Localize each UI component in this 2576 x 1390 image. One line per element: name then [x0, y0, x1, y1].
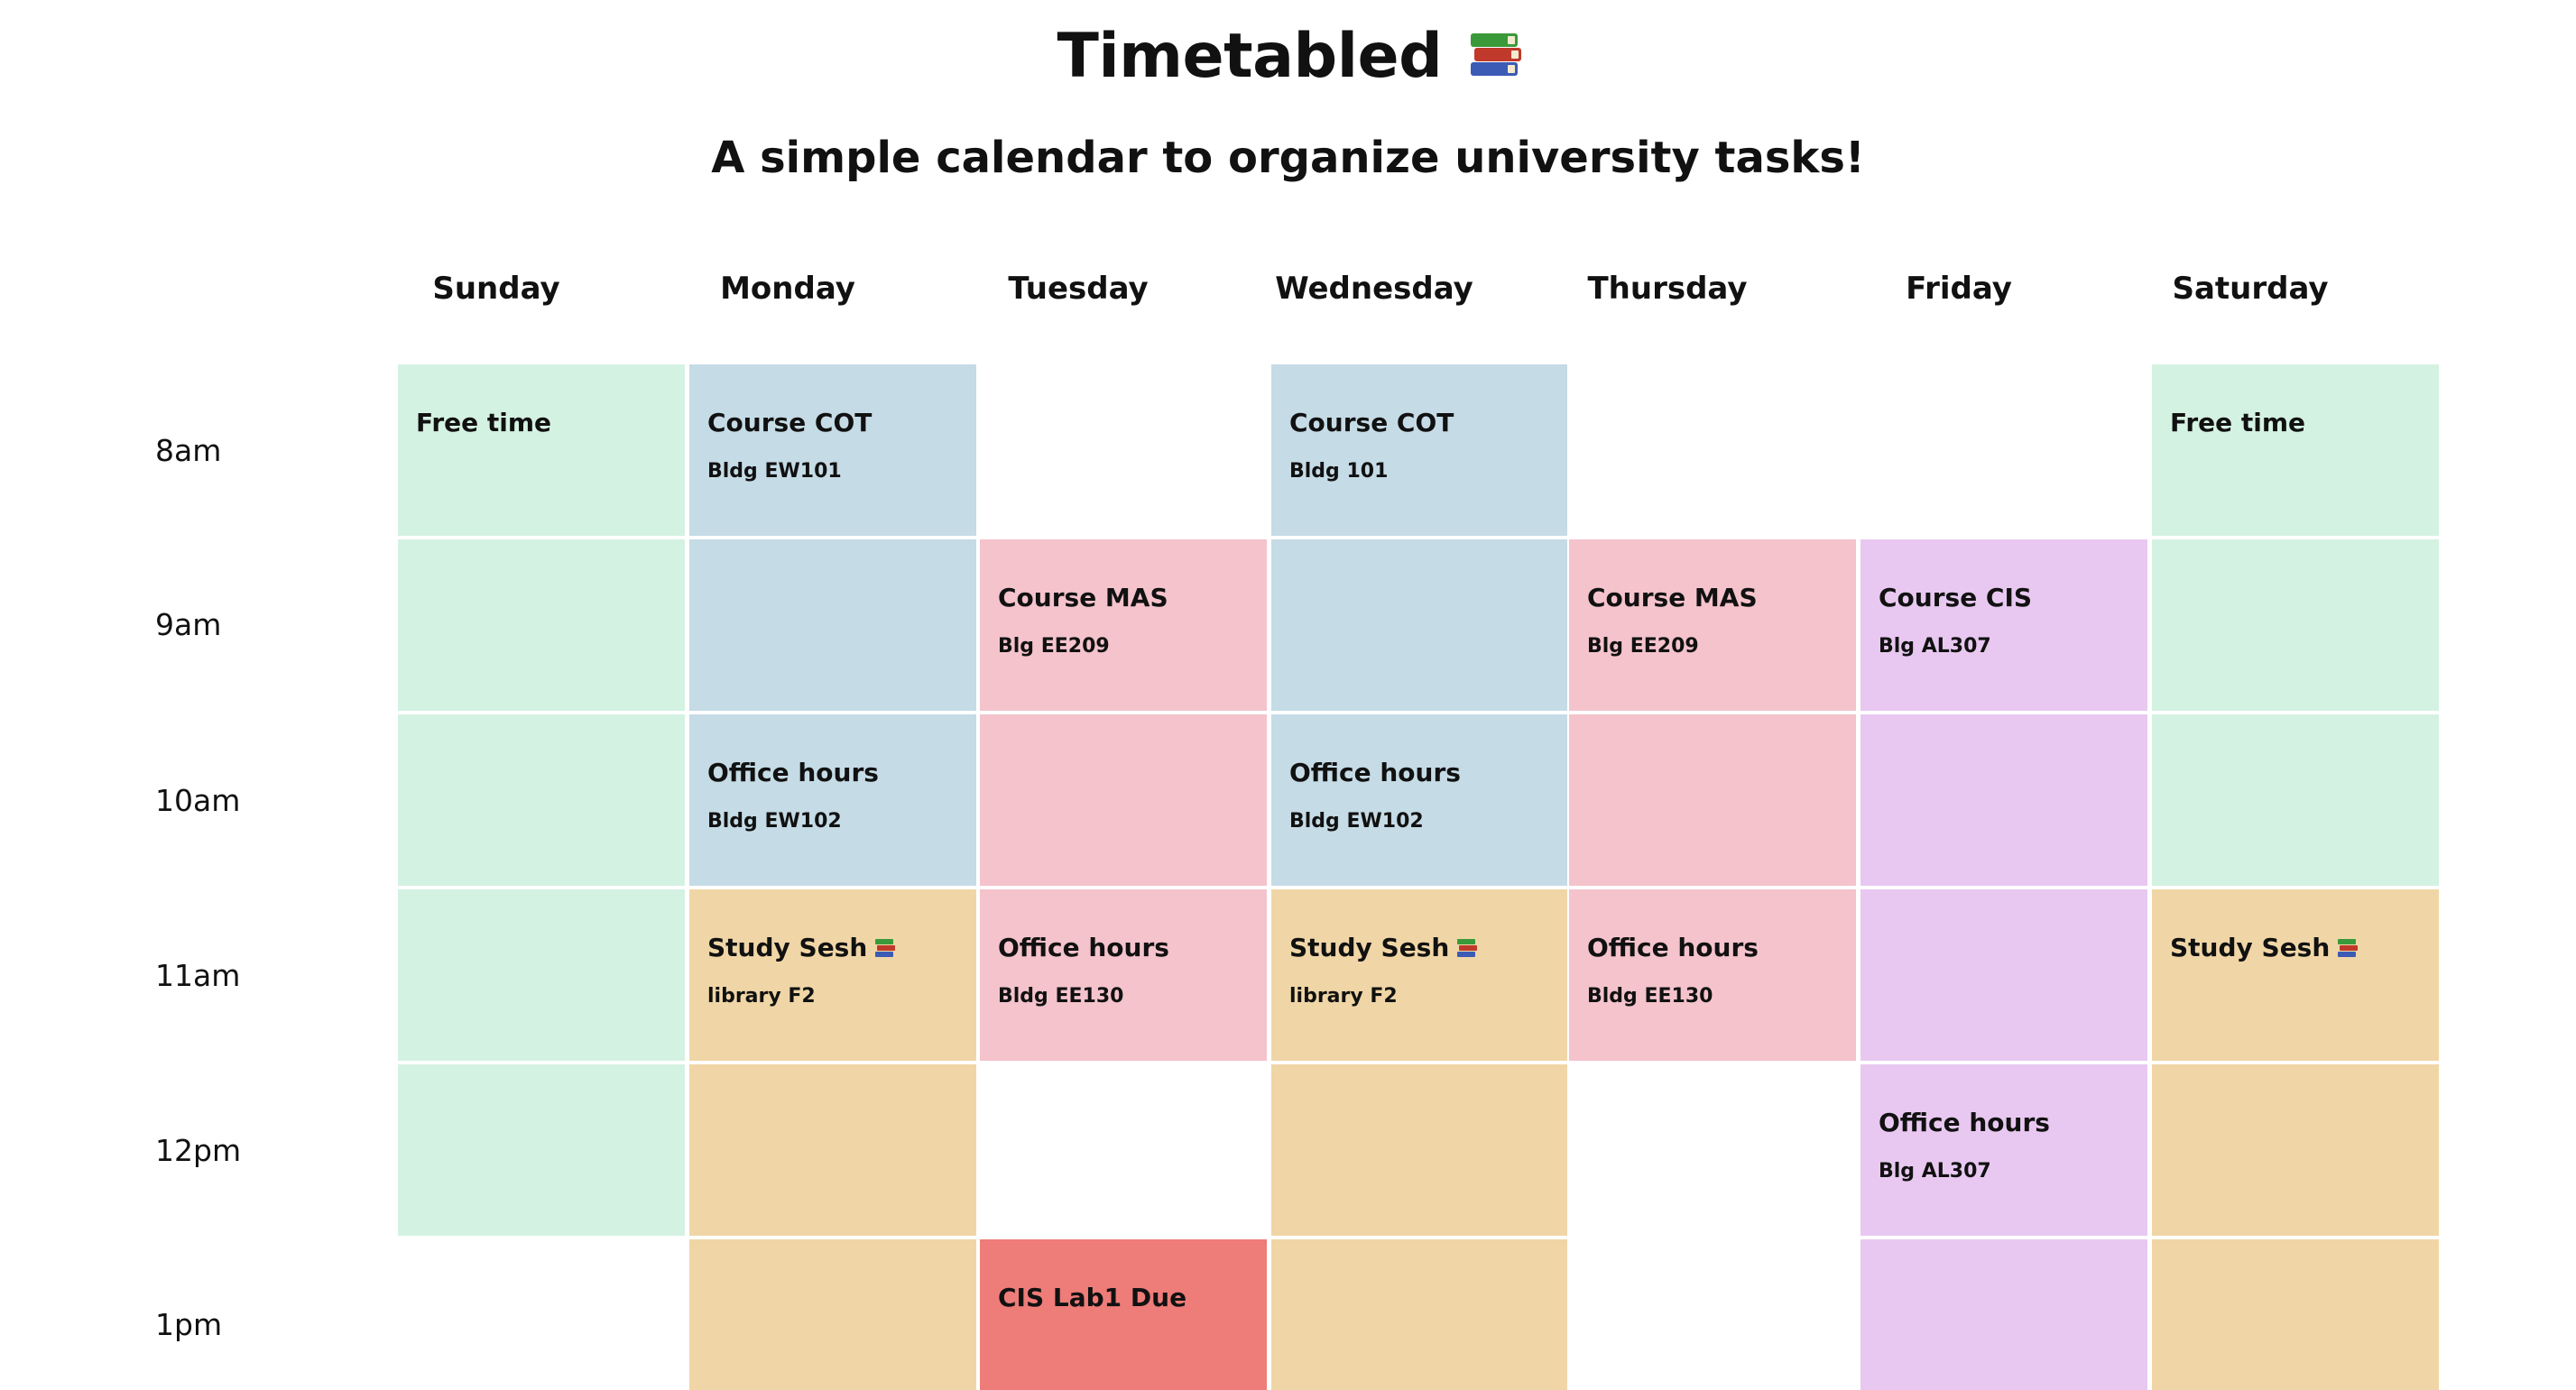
time-label-1pm: 1pm	[155, 1307, 223, 1342]
event-location: Blg AL307	[1879, 1160, 1991, 1183]
event-title: Course COT	[707, 408, 873, 437]
event-location: library F2	[1289, 985, 1398, 1008]
event-title: Course CIS	[1879, 583, 2033, 612]
event-block[interactable]: Study Sesh library F2	[689, 889, 976, 1061]
event-block-continuation[interactable]	[398, 1064, 685, 1236]
day-header-thursday: Thursday	[1587, 271, 1748, 307]
event-block-continuation[interactable]	[1271, 539, 1567, 711]
event-block-continuation[interactable]	[398, 889, 685, 1061]
books-icon	[874, 938, 896, 958]
page-title: Timetabled	[0, 16, 2576, 97]
event-block[interactable]: Office hours Bldg EW102	[1271, 714, 1567, 886]
event-title: Free time	[2170, 408, 2306, 437]
event-block[interactable]: Course MAS Blg EE209	[980, 539, 1267, 711]
event-block[interactable]: Office hours Bldg EE130	[980, 889, 1267, 1061]
event-title: Office hours	[1587, 933, 1759, 962]
event-title: Office hours	[998, 933, 1169, 962]
books-icon	[1456, 938, 1478, 958]
event-location: Blg EE209	[1587, 635, 1699, 658]
event-block[interactable]: Study Sesh	[2152, 889, 2439, 1061]
event-location: Bldg EE130	[998, 985, 1124, 1008]
time-label-12pm: 12pm	[155, 1133, 242, 1168]
event-block-continuation[interactable]	[1860, 889, 2147, 1061]
time-label-10am: 10am	[155, 783, 241, 818]
event-title: Study Sesh	[1289, 933, 1478, 962]
event-block[interactable]: Free time	[398, 364, 685, 536]
time-label-8am: 8am	[155, 433, 222, 468]
day-header-monday: Monday	[720, 271, 855, 307]
event-block-continuation[interactable]	[689, 539, 976, 711]
event-block[interactable]: Course CIS Blg AL307	[1860, 539, 2147, 711]
event-title: Course MAS	[1587, 583, 1758, 612]
time-label-9am: 9am	[155, 607, 222, 642]
time-label-11am: 11am	[155, 958, 241, 993]
event-block[interactable]: Course COT Bldg 101	[1271, 364, 1567, 536]
event-block-continuation[interactable]	[689, 1239, 976, 1390]
event-block[interactable]: Free time	[2152, 364, 2439, 536]
event-block-continuation[interactable]	[2152, 1239, 2439, 1390]
event-block-continuation[interactable]	[398, 539, 685, 711]
day-header-friday: Friday	[1906, 271, 2012, 307]
event-title: Office hours	[1879, 1108, 2050, 1137]
event-location: Blg AL307	[1879, 635, 1991, 658]
event-block[interactable]: Study Sesh library F2	[1271, 889, 1567, 1061]
event-block-continuation[interactable]	[980, 714, 1267, 886]
event-location: Blg EE209	[998, 635, 1110, 658]
page-subtitle: A simple calendar to organize university…	[711, 133, 1865, 183]
day-header-sunday: Sunday	[432, 271, 560, 307]
day-header-tuesday: Tuesday	[1008, 271, 1149, 307]
event-block[interactable]: Office hours Blg AL307	[1860, 1064, 2147, 1236]
event-block[interactable]: CIS Lab1 Due	[980, 1239, 1267, 1390]
event-block[interactable]: Course COT Bldg EW101	[689, 364, 976, 536]
event-location: Bldg EW102	[707, 810, 842, 833]
event-block-continuation[interactable]	[2152, 714, 2439, 886]
event-title: Course COT	[1289, 408, 1454, 437]
event-title: Office hours	[707, 758, 879, 787]
event-block-continuation[interactable]	[1860, 1239, 2147, 1390]
event-title: Study Sesh	[2170, 933, 2359, 962]
event-location: Bldg EE130	[1587, 985, 1713, 1008]
event-block-continuation[interactable]	[1569, 714, 1856, 886]
event-title: Course MAS	[998, 583, 1168, 612]
event-block-continuation[interactable]	[398, 714, 685, 886]
page-title-text: Timetabled	[1057, 21, 1443, 92]
event-title: Study Sesh	[707, 933, 896, 962]
event-title: CIS Lab1 Due	[998, 1283, 1187, 1312]
event-location: Bldg EW101	[707, 460, 842, 483]
event-block[interactable]: Course MAS Blg EE209	[1569, 539, 1856, 711]
event-location: library F2	[707, 985, 816, 1008]
event-block-continuation[interactable]	[689, 1064, 976, 1236]
event-block-continuation[interactable]	[1860, 714, 2147, 886]
books-icon	[1469, 30, 1521, 80]
books-icon	[2337, 938, 2359, 958]
event-block[interactable]: Office hours Bldg EW102	[689, 714, 976, 886]
event-location: Bldg 101	[1289, 460, 1389, 483]
event-block-continuation[interactable]	[1271, 1064, 1567, 1236]
day-header-saturday: Saturday	[2172, 271, 2329, 307]
day-header-wednesday: Wednesday	[1275, 271, 1473, 307]
event-block-continuation[interactable]	[2152, 539, 2439, 711]
event-title: Office hours	[1289, 758, 1461, 787]
event-location: Bldg EW102	[1289, 810, 1424, 833]
event-block-continuation[interactable]	[2152, 1064, 2439, 1236]
event-title: Free time	[416, 408, 552, 437]
event-block[interactable]: Office hours Bldg EE130	[1569, 889, 1856, 1061]
event-block-continuation[interactable]	[1271, 1239, 1567, 1390]
